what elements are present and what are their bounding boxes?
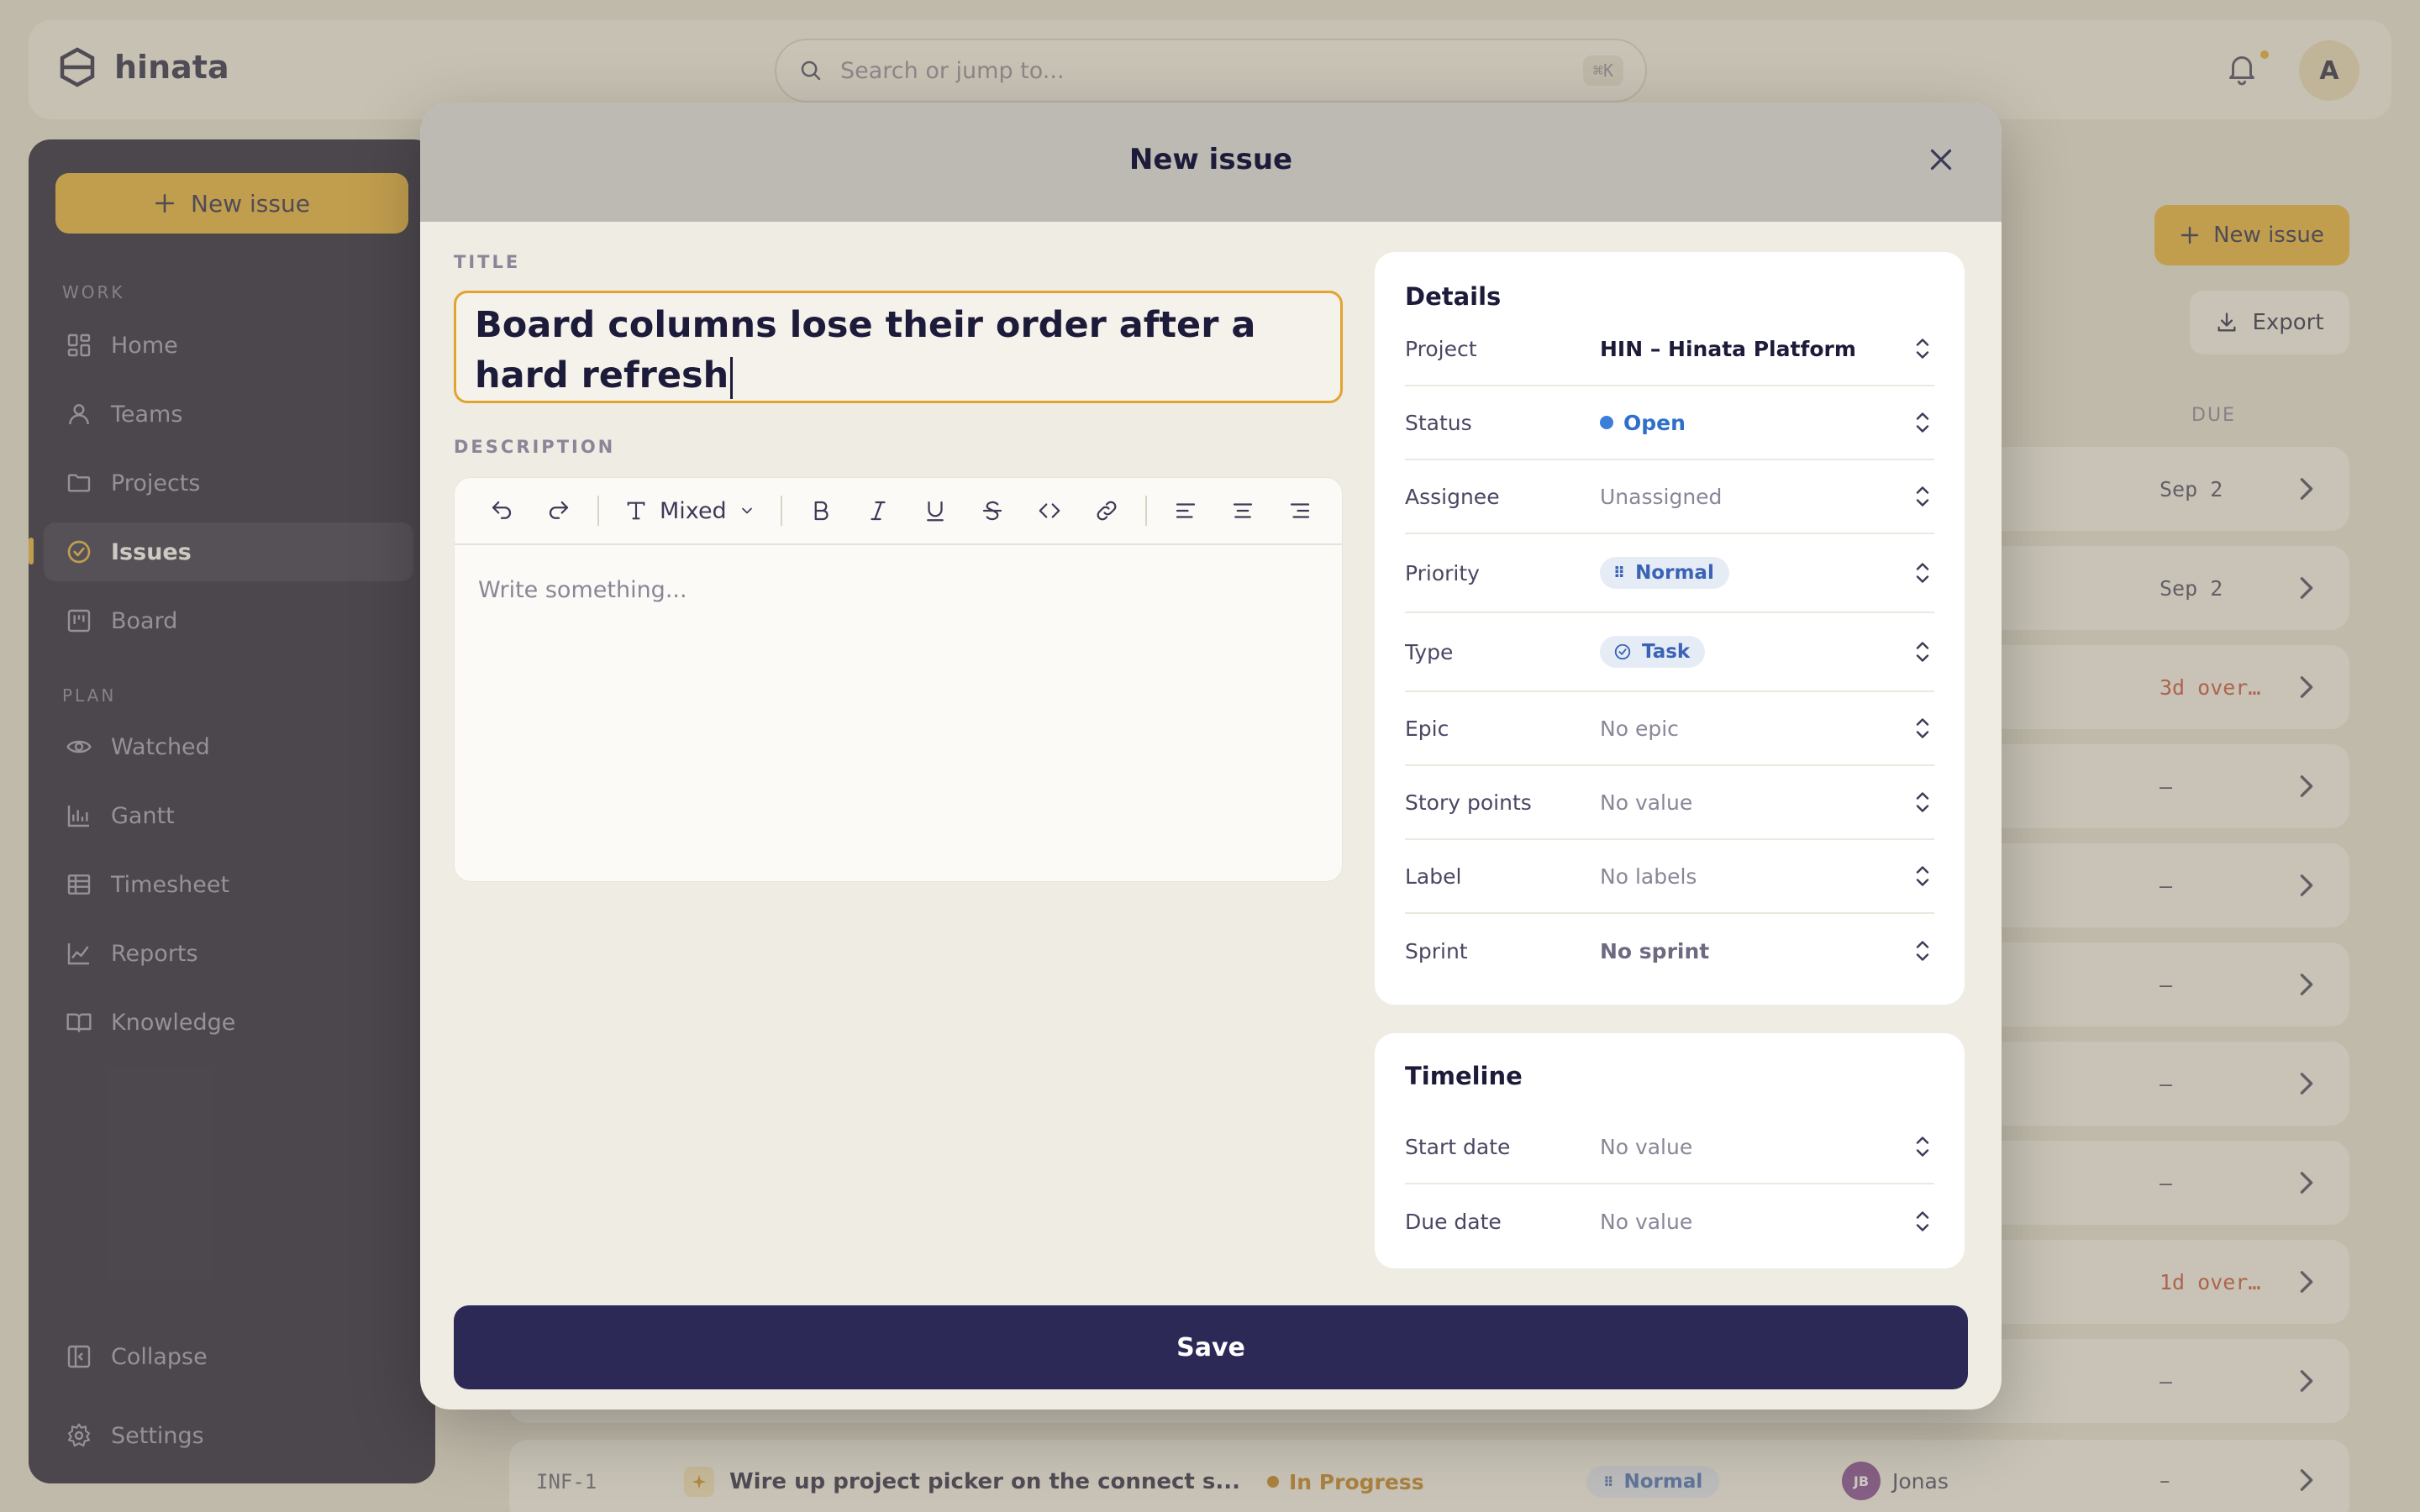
assignee-field[interactable]: Assignee Unassigned [1405, 460, 1934, 534]
priority-chip: ⠿ Normal [1600, 557, 1729, 589]
title-label: TITLE [454, 252, 521, 272]
align-center-icon[interactable] [1214, 486, 1271, 536]
bold-icon[interactable] [792, 486, 850, 536]
align-right-icon[interactable] [1271, 486, 1328, 536]
redo-icon[interactable] [530, 486, 587, 536]
label-value: No labels [1600, 864, 1697, 889]
new-issue-modal: New issue TITLE Board columns lose their… [420, 102, 2002, 1410]
chevrons-up-down-icon [1911, 788, 1934, 816]
field-label: Type [1405, 639, 1454, 664]
align-left-icon[interactable] [1157, 486, 1214, 536]
story-points-value: No value [1600, 790, 1693, 815]
status-dot [1600, 416, 1613, 429]
epic-value: No epic [1600, 716, 1679, 741]
underline-icon[interactable] [907, 486, 964, 536]
check-circle-icon [1614, 643, 1631, 660]
start-date-field[interactable]: Start date No value [1405, 1110, 1934, 1184]
start-date-value: No value [1600, 1134, 1693, 1159]
description-placeholder: Write something... [478, 577, 687, 603]
field-label: Status [1405, 410, 1472, 435]
toolbar-divider [1144, 496, 1147, 526]
label-field[interactable]: Label No labels [1405, 840, 1934, 914]
due-date-value: No value [1600, 1209, 1693, 1234]
chevron-down-icon [741, 507, 752, 514]
timeline-title: Timeline [1405, 1062, 1523, 1090]
project-field[interactable]: Project HIN – Hinata Platform [1405, 312, 1934, 386]
status-field[interactable]: Status Open [1405, 386, 1934, 460]
due-date-field[interactable]: Due date No value [1405, 1184, 1934, 1258]
chevrons-up-down-icon [1911, 862, 1934, 890]
details-card: Details Project HIN – Hinata Platform St… [1375, 252, 1965, 1005]
priority-field[interactable]: Priority ⠿ Normal [1405, 534, 1934, 613]
text-style-label: Mixed [660, 497, 727, 524]
sprint-value: No sprint [1600, 938, 1710, 963]
type-value: Task [1642, 641, 1691, 663]
project-value: HIN – Hinata Platform [1600, 336, 1856, 361]
description-label: DESCRIPTION [454, 437, 616, 457]
description-editor[interactable]: Mixed Write something... [454, 477, 1343, 882]
chevrons-up-down-icon [1911, 937, 1934, 965]
type-chip: Task [1600, 636, 1706, 668]
field-label: Assignee [1405, 484, 1500, 509]
field-label: Story points [1405, 790, 1532, 815]
save-button[interactable]: Save [454, 1305, 1968, 1389]
text-caret [730, 356, 734, 399]
text-type-icon [627, 501, 645, 520]
chevrons-up-down-icon [1911, 408, 1934, 437]
priority-value: Normal [1635, 562, 1714, 584]
details-title: Details [1405, 282, 1502, 311]
chevrons-up-down-icon [1911, 334, 1934, 363]
close-icon[interactable] [1926, 144, 1956, 178]
chevrons-up-down-icon [1911, 1207, 1934, 1236]
modal-title: New issue [1128, 143, 1293, 176]
type-field[interactable]: Type Task [1405, 613, 1934, 692]
title-input[interactable]: Board columns lose their order after a h… [454, 291, 1343, 403]
toolbar-divider [780, 496, 782, 526]
editor-toolbar: Mixed [455, 478, 1342, 545]
link-icon[interactable] [1078, 486, 1135, 536]
chevrons-up-down-icon [1911, 638, 1934, 666]
undo-icon[interactable] [473, 486, 530, 536]
field-label: Sprint [1405, 938, 1468, 963]
timeline-card: Timeline Start date No value Due date No… [1375, 1033, 1965, 1268]
assignee-value: Unassigned [1600, 484, 1723, 509]
strikethrough-icon[interactable] [964, 486, 1021, 536]
text-style-dropdown[interactable]: Mixed [609, 486, 771, 536]
chevrons-up-down-icon [1911, 559, 1934, 587]
field-label: Due date [1405, 1209, 1502, 1234]
field-label: Epic [1405, 716, 1449, 741]
code-icon[interactable] [1021, 486, 1078, 536]
story-points-field[interactable]: Story points No value [1405, 766, 1934, 840]
title-value: Board columns lose their order after a h… [475, 304, 1256, 396]
toolbar-divider [597, 496, 599, 526]
italic-icon[interactable] [850, 486, 907, 536]
priority-dots-icon: ⠿ [1613, 564, 1626, 582]
sprint-field[interactable]: Sprint No sprint [1405, 914, 1934, 988]
epic-field[interactable]: Epic No epic [1405, 692, 1934, 766]
status-value: Open [1623, 410, 1686, 435]
chevrons-up-down-icon [1911, 1132, 1934, 1161]
chevrons-up-down-icon [1911, 714, 1934, 743]
field-label: Project [1405, 336, 1477, 361]
chevrons-up-down-icon [1911, 482, 1934, 511]
field-label: Label [1405, 864, 1462, 889]
field-label: Priority [1405, 560, 1480, 585]
field-label: Start date [1405, 1134, 1511, 1159]
